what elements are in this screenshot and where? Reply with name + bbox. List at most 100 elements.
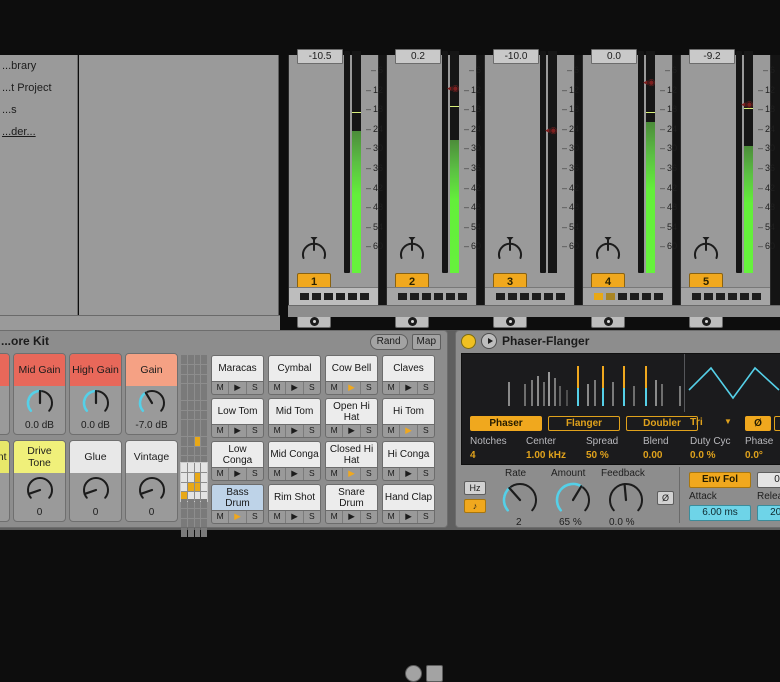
pad-overview-cell[interactable] bbox=[195, 483, 201, 492]
pad-overview-cell[interactable] bbox=[201, 437, 207, 446]
phaser-param-value[interactable]: 0.00 bbox=[643, 450, 662, 461]
clip-slot-row[interactable] bbox=[681, 287, 770, 305]
pad-overview-group[interactable] bbox=[181, 391, 207, 429]
clip-block[interactable] bbox=[410, 293, 419, 300]
pad-preview-icon[interactable]: ▶ bbox=[343, 382, 360, 394]
clip-block[interactable] bbox=[520, 293, 529, 300]
pad-mute-button[interactable]: M bbox=[269, 468, 286, 480]
envelope-follower-button[interactable]: Env Fol bbox=[689, 472, 751, 488]
pad-mute-button[interactable]: M bbox=[326, 468, 343, 480]
macro-knob[interactable] bbox=[0, 386, 9, 420]
pad-mute-button[interactable]: M bbox=[269, 511, 286, 523]
pad-mute-button[interactable]: M bbox=[326, 382, 343, 394]
drum-pad[interactable]: Cow BellM▶S bbox=[325, 355, 378, 395]
volume-value-field[interactable]: 0.0 bbox=[591, 49, 637, 64]
pad-mute-button[interactable]: M bbox=[269, 425, 286, 437]
pad-overview-cell[interactable] bbox=[181, 528, 187, 537]
pad-overview-cell[interactable] bbox=[201, 447, 207, 456]
pad-overview-cell[interactable] bbox=[181, 427, 187, 436]
rate-hz-button[interactable]: Hz bbox=[464, 481, 486, 495]
pad-mute-button[interactable]: M bbox=[326, 425, 343, 437]
phaser-param-value[interactable]: 1.00 kHz bbox=[526, 450, 566, 461]
pad-overview-cell[interactable] bbox=[195, 447, 201, 456]
pan-knob[interactable] bbox=[299, 235, 329, 265]
pad-overview-cell[interactable] bbox=[201, 411, 207, 420]
rand-button[interactable]: Rand bbox=[370, 334, 408, 350]
pad-solo-button[interactable]: S bbox=[418, 425, 434, 437]
clip-block[interactable] bbox=[532, 293, 541, 300]
pad-mute-button[interactable]: M bbox=[212, 382, 229, 394]
pad-overview-group[interactable] bbox=[181, 463, 207, 501]
clip-block[interactable] bbox=[422, 293, 431, 300]
macro-knob[interactable] bbox=[70, 386, 121, 420]
pad-overview-cell[interactable] bbox=[201, 355, 207, 364]
drum-pad-name[interactable]: Cymbal bbox=[268, 355, 321, 382]
pad-overview-cell[interactable] bbox=[195, 391, 201, 400]
clip-block[interactable] bbox=[398, 293, 407, 300]
pad-solo-button[interactable]: S bbox=[304, 425, 320, 437]
pad-solo-button[interactable]: S bbox=[361, 382, 377, 394]
mixer-channel-strip[interactable]: -9.2–6–12–18–24–30–36–42–48–54–60◂◉5S bbox=[680, 55, 771, 305]
rate-note-button[interactable]: ♪ bbox=[464, 499, 486, 513]
mixer-channel-strip[interactable]: -10.0–6–12–18–24–30–36–42–48–54–60◂◉3S bbox=[484, 55, 575, 305]
pad-overview-cell[interactable] bbox=[201, 519, 207, 528]
chevron-down-icon[interactable]: ▼ bbox=[724, 417, 732, 426]
hot-swap-icon[interactable] bbox=[405, 665, 422, 682]
drum-pad-name[interactable]: Mid Tom bbox=[268, 398, 321, 425]
drum-pad-name[interactable]: Hand Clap bbox=[382, 484, 435, 511]
macro-control[interactable]: Mid Gain0.0 dB bbox=[13, 353, 66, 435]
clip-block[interactable] bbox=[618, 293, 627, 300]
macro-control[interactable]: Glue0 bbox=[69, 440, 122, 522]
clip-block[interactable] bbox=[728, 293, 737, 300]
pad-solo-button[interactable]: S bbox=[247, 425, 263, 437]
clip-block[interactable] bbox=[458, 293, 467, 300]
pad-overview-cell[interactable] bbox=[181, 411, 187, 420]
pad-overview-cell[interactable] bbox=[188, 509, 194, 518]
phaser-mode-flanger-button[interactable]: Flanger bbox=[548, 416, 620, 431]
pan-knob[interactable] bbox=[397, 235, 427, 265]
attack-value-field[interactable]: 6.00 ms bbox=[689, 505, 751, 521]
phaser-mode-doubler-button[interactable]: Doubler bbox=[626, 416, 698, 431]
browser-content-pane[interactable] bbox=[79, 55, 279, 315]
pad-overview-cell[interactable] bbox=[181, 391, 187, 400]
pad-mute-button[interactable]: M bbox=[212, 425, 229, 437]
pad-overview-cell[interactable] bbox=[188, 528, 194, 537]
pad-overview-cell[interactable] bbox=[188, 427, 194, 436]
pad-solo-button[interactable]: S bbox=[418, 382, 434, 394]
clip-block[interactable] bbox=[594, 293, 603, 300]
pad-solo-button[interactable]: S bbox=[247, 511, 263, 523]
pad-preview-icon[interactable]: ▶ bbox=[229, 511, 246, 523]
macro-knob[interactable] bbox=[126, 473, 177, 507]
pad-overview-cell[interactable] bbox=[201, 375, 207, 384]
amount-knob[interactable] bbox=[554, 481, 592, 519]
rate-knob[interactable] bbox=[501, 481, 539, 519]
pad-solo-button[interactable]: S bbox=[418, 468, 434, 480]
mixer-channel-strip[interactable]: 0.0–6–12–18–24–30–36–42–48–54–60◂◉4S bbox=[582, 55, 673, 305]
pad-solo-button[interactable]: S bbox=[361, 468, 377, 480]
pad-overview-cell[interactable] bbox=[188, 355, 194, 364]
clip-block[interactable] bbox=[312, 293, 321, 300]
clip-block[interactable] bbox=[300, 293, 309, 300]
pad-overview-cell[interactable] bbox=[195, 437, 201, 446]
volume-value-field[interactable]: -9.2 bbox=[689, 49, 735, 64]
pad-preview-icon[interactable]: ▶ bbox=[229, 425, 246, 437]
drum-pad-name[interactable]: Snare Drum bbox=[325, 484, 378, 511]
macro-knob[interactable] bbox=[70, 473, 121, 507]
pad-solo-button[interactable]: S bbox=[247, 468, 263, 480]
drum-pad-name[interactable]: Rim Shot bbox=[268, 484, 321, 511]
pad-solo-button[interactable]: S bbox=[304, 382, 320, 394]
drum-pad[interactable]: Mid TomM▶S bbox=[268, 398, 321, 438]
pad-solo-button[interactable]: S bbox=[418, 511, 434, 523]
pad-overview-group[interactable] bbox=[181, 427, 207, 465]
phaser-mode-phaser-button[interactable]: Phaser bbox=[470, 416, 542, 431]
drum-pad[interactable]: Low TomM▶S bbox=[211, 398, 264, 438]
drum-pad-name[interactable]: Hi Tom bbox=[382, 398, 435, 425]
browser-item[interactable]: ...t Project bbox=[0, 77, 77, 99]
pad-solo-button[interactable]: S bbox=[247, 382, 263, 394]
rate-value[interactable]: 2 bbox=[516, 517, 522, 528]
pad-overview-group[interactable] bbox=[181, 355, 207, 393]
save-preset-icon[interactable] bbox=[426, 665, 443, 682]
drum-pad-name[interactable]: Maracas bbox=[211, 355, 264, 382]
drum-pad-name[interactable]: Low Tom bbox=[211, 398, 264, 425]
pad-mute-button[interactable]: M bbox=[212, 468, 229, 480]
